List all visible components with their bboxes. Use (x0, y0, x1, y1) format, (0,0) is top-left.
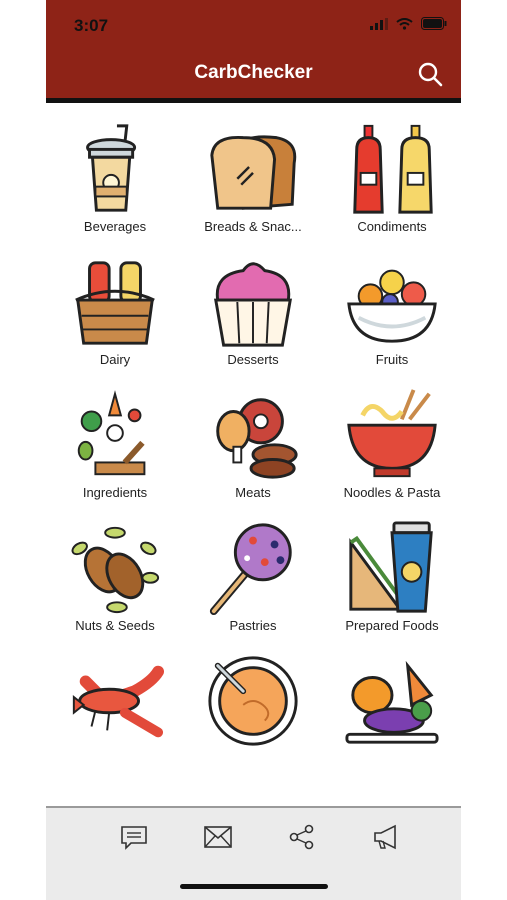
noodle-bowl-icon (347, 389, 437, 478)
header-divider (46, 98, 461, 103)
category-label: Ingredients (82, 485, 148, 500)
home-indicator (180, 884, 328, 889)
cake-pop-icon (209, 523, 292, 616)
category-dairy[interactable]: Dairy (46, 253, 184, 386)
soup-bowl-icon (208, 656, 298, 746)
mail-icon[interactable] (203, 824, 233, 850)
bread-icon (210, 135, 297, 210)
category-label: Fruits (375, 352, 409, 367)
fruit-bowl-icon (347, 269, 437, 343)
category-fruits[interactable]: Fruits (323, 253, 461, 386)
status-icons (370, 17, 447, 30)
chat-icon[interactable] (119, 824, 149, 850)
megaphone-icon[interactable] (371, 824, 401, 850)
nuts-icon (71, 526, 160, 614)
category-breads[interactable]: Breads & Snac... (184, 120, 322, 253)
wifi-icon (396, 17, 413, 30)
status-time: 3:07 (74, 16, 109, 35)
category-label: Nuts & Seeds (75, 618, 155, 633)
lobster-icon (72, 665, 164, 738)
category-label: Noodles & Pasta (343, 485, 441, 500)
battery-icon (421, 17, 447, 30)
category-label: Desserts (227, 352, 279, 367)
category-ingredients[interactable]: Ingredients (46, 386, 184, 519)
category-label: Meats (235, 485, 271, 500)
category-label: Pastries (229, 618, 277, 633)
app-screen: 3:07 CarbChecker Beverages Breads & Snac… (46, 0, 461, 900)
ingredients-icon (77, 390, 146, 476)
search-icon[interactable] (417, 61, 443, 87)
category-beverages[interactable]: Beverages (46, 120, 184, 253)
app-header: 3:07 CarbChecker (46, 0, 461, 100)
category-nuts[interactable]: Nuts & Seeds (46, 519, 184, 652)
dairy-icon (75, 261, 155, 345)
category-meats[interactable]: Meats (184, 386, 322, 519)
category-label: Beverages (83, 219, 147, 234)
vegetables-icon (345, 660, 439, 744)
meat-icon (216, 398, 298, 479)
category-label: Condiments (357, 219, 427, 234)
category-label: Prepared Foods (345, 618, 439, 633)
share-icon[interactable] (287, 824, 317, 850)
page-title: CarbChecker (194, 62, 313, 83)
category-label: Dairy (99, 352, 131, 367)
category-label: Breads & Snac... (204, 219, 302, 234)
category-vegetables[interactable] (323, 652, 461, 785)
category-seafood[interactable] (46, 652, 184, 785)
condiments-icon (353, 124, 433, 214)
sandwich-coffee-icon (349, 521, 433, 613)
category-prepared-foods[interactable]: Prepared Foods (323, 519, 461, 652)
category-soups[interactable] (184, 652, 322, 785)
cupcake-icon (214, 262, 292, 347)
category-desserts[interactable]: Desserts (184, 253, 322, 386)
category-noodles[interactable]: Noodles & Pasta (323, 386, 461, 519)
category-condiments[interactable]: Condiments (323, 120, 461, 253)
signal-icon (370, 17, 388, 30)
beverage-icon (86, 124, 137, 212)
category-pastries[interactable]: Pastries (184, 519, 322, 652)
